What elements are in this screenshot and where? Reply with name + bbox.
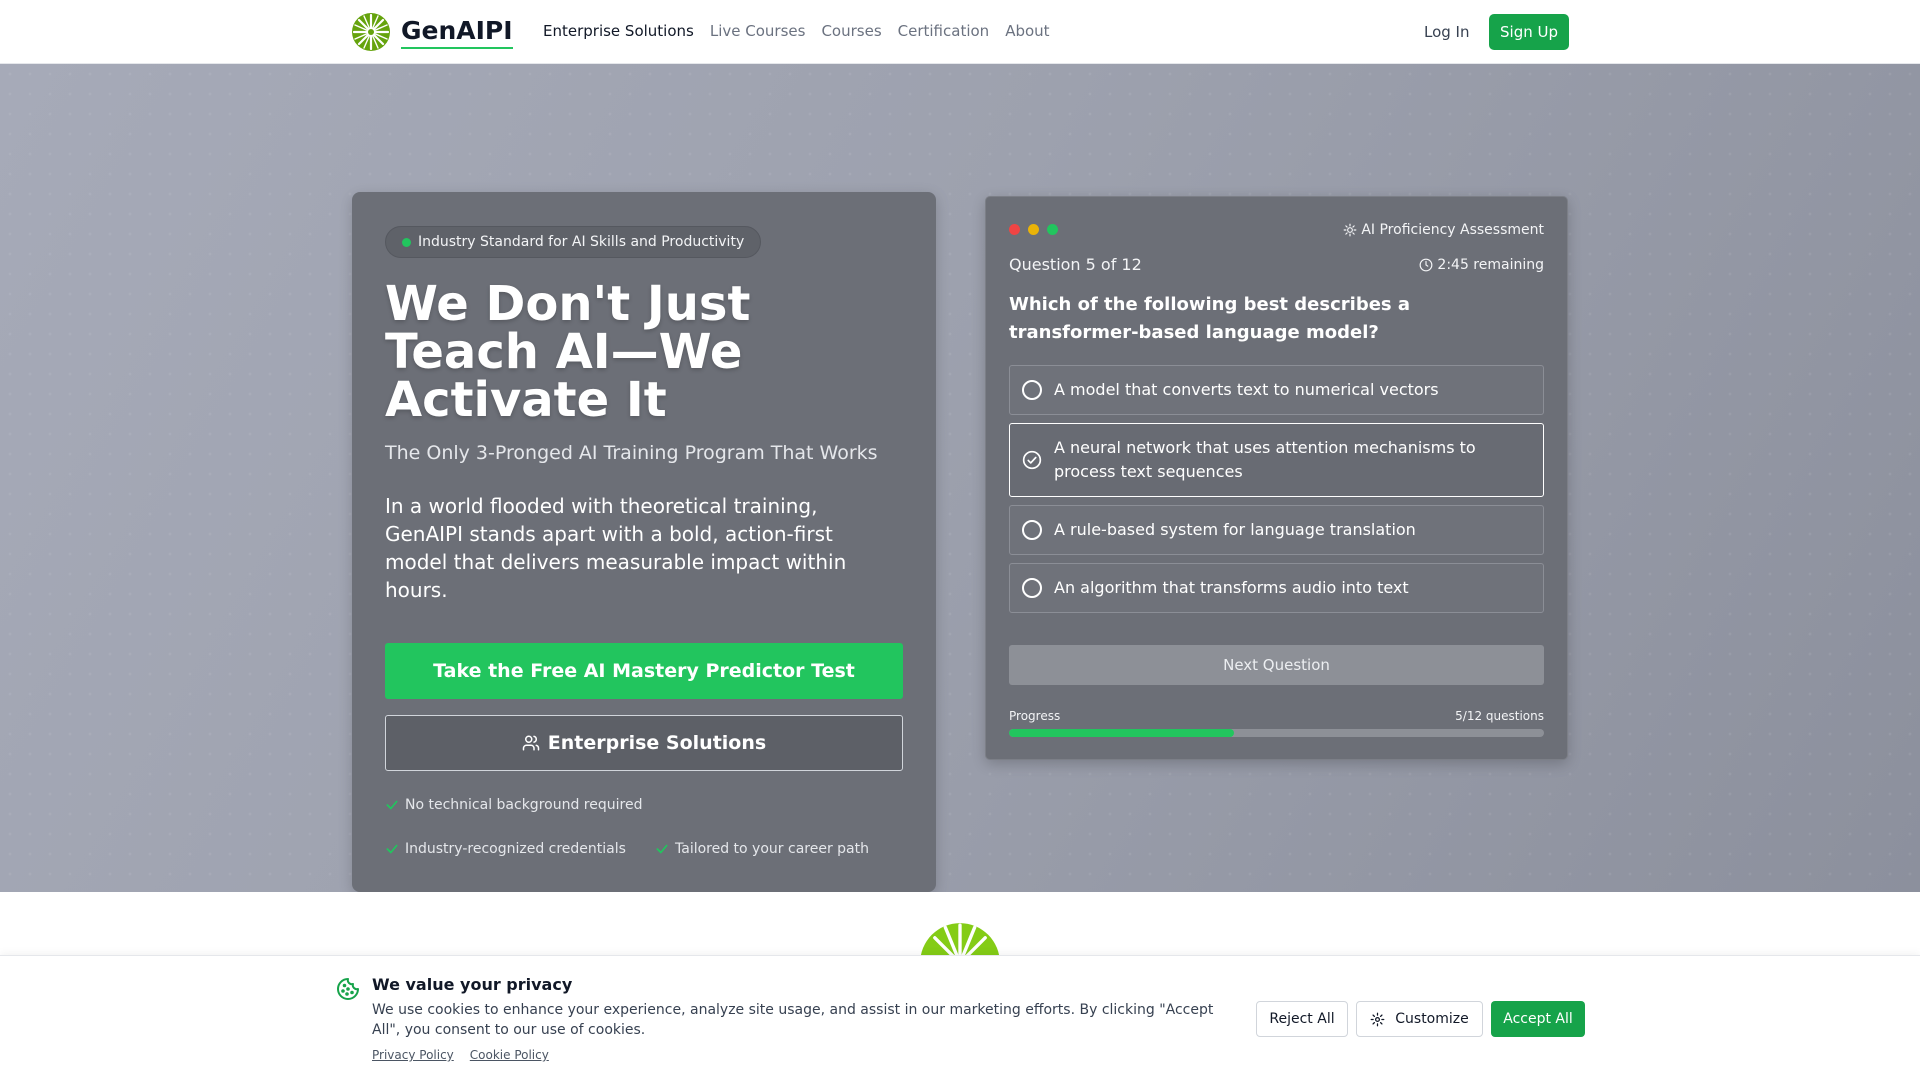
timer-label: 2:45 remaining <box>1437 257 1544 273</box>
nav-link-about[interactable]: About <box>1005 20 1049 42</box>
hero-section: Industry Standard for AI Skills and Prod… <box>0 64 1920 892</box>
privacy-policy-link[interactable]: Privacy Policy <box>372 1048 454 1062</box>
nav-link-certification[interactable]: Certification <box>898 20 990 42</box>
window-dots <box>1009 224 1058 235</box>
question-text: Which of the following best describes a … <box>1009 294 1411 343</box>
check-icon <box>385 798 399 812</box>
enterprise-solutions-label: Enterprise Solutions <box>547 732 767 754</box>
nav-links: Enterprise Solutions Live Courses Course… <box>543 20 1050 42</box>
gear-icon <box>1370 1012 1385 1027</box>
nav-link-live-courses[interactable]: Live Courses <box>710 20 806 42</box>
answer-option-label: A rule-based system for language transla… <box>1054 520 1416 539</box>
answer-option[interactable]: An algorithm that transforms audio into … <box>1009 563 1544 613</box>
check-icon <box>385 842 399 856</box>
radio-button[interactable] <box>1022 380 1042 400</box>
progress-count: 5/12 questions <box>1455 709 1544 723</box>
answer-option-label: A model that converts text to numerical … <box>1054 380 1439 399</box>
cookie-policy-link[interactable]: Cookie Policy <box>470 1048 549 1062</box>
cookie-description: We use cookies to enhance your experienc… <box>372 1002 1214 1038</box>
ai-mastery-test-button[interactable]: Take the Free AI Mastery Predictor Test <box>385 643 903 699</box>
timer: 2:45 remaining <box>1419 256 1544 274</box>
assessment-title: AI Proficiency Assessment <box>1343 221 1544 239</box>
check-circle-icon[interactable] <box>1022 450 1042 470</box>
brand-name: GenAIPI <box>401 16 513 49</box>
top-navbar: GenAIPI Enterprise Solutions Live Course… <box>0 0 1920 64</box>
cookie-links: Privacy Policy Cookie Policy <box>372 1048 549 1062</box>
answer-option[interactable]: A rule-based system for language transla… <box>1009 505 1544 555</box>
answer-option-label: A neural network that uses attention mec… <box>1054 438 1476 481</box>
next-question-button[interactable]: Next Question <box>1009 645 1544 685</box>
answer-option-selected[interactable]: A neural network that uses attention mec… <box>1009 423 1544 497</box>
green-dot-icon <box>1047 224 1058 235</box>
answer-option-label: An algorithm that transforms audio into … <box>1054 578 1409 597</box>
users-icon <box>522 734 540 752</box>
check-icon <box>655 842 669 856</box>
hero-subhead: The Only 3-Pronged AI Training Program T… <box>385 442 878 464</box>
customize-button[interactable]: Customize <box>1356 1001 1483 1037</box>
reject-all-button[interactable]: Reject All <box>1256 1001 1348 1037</box>
progress-bar-fill <box>1009 729 1234 737</box>
hero-card: Industry Standard for AI Skills and Prod… <box>352 192 936 892</box>
industry-badge: Industry Standard for AI Skills and Prod… <box>385 226 762 258</box>
nav-link-enterprise-solutions[interactable]: Enterprise Solutions <box>543 20 694 42</box>
answer-option[interactable]: A model that converts text to numerical … <box>1009 365 1544 415</box>
signup-button[interactable]: Sign Up <box>1489 14 1569 50</box>
cookie-icon <box>336 977 360 1001</box>
hero-headline: We Don't Just Teach AI—We Activate It <box>385 276 751 428</box>
answer-options: A model that converts text to numerical … <box>1009 365 1544 621</box>
cookie-consent-banner: We value your privacy We use cookies to … <box>0 955 1920 1080</box>
brand-logo-link[interactable]: GenAIPI <box>351 12 513 52</box>
progress-label: Progress <box>1009 709 1061 723</box>
radio-button[interactable] <box>1022 520 1042 540</box>
nav-link-courses[interactable]: Courses <box>821 20 881 42</box>
feature-item: No technical background required <box>385 795 642 815</box>
cookie-title: We value your privacy <box>372 975 573 994</box>
status-dot-icon <box>402 238 411 247</box>
clock-icon <box>1419 258 1433 272</box>
login-link[interactable]: Log In <box>1424 21 1470 43</box>
badge-label: Industry Standard for AI Skills and Prod… <box>418 234 745 250</box>
feature-item: Tailored to your career path <box>655 839 869 859</box>
radio-button[interactable] <box>1022 578 1042 598</box>
progress-bar <box>1009 729 1544 737</box>
assessment-title-label: AI Proficiency Assessment <box>1361 222 1544 238</box>
sunburst-logo-icon <box>351 12 391 52</box>
customize-label: Customize <box>1395 1011 1469 1027</box>
red-dot-icon <box>1009 224 1020 235</box>
question-number: Question 5 of 12 <box>1009 255 1142 274</box>
sun-icon <box>1343 223 1357 237</box>
assessment-card: AI Proficiency Assessment Question 5 of … <box>985 196 1568 760</box>
yellow-dot-icon <box>1028 224 1039 235</box>
feature-label: Industry-recognized credentials <box>405 841 626 857</box>
feature-label: No technical background required <box>405 797 643 813</box>
hero-description: In a world flooded with theoretical trai… <box>385 494 847 602</box>
accept-all-button[interactable]: Accept All <box>1491 1001 1585 1037</box>
feature-label: Tailored to your career path <box>675 841 869 857</box>
feature-item: Industry-recognized credentials <box>385 839 626 859</box>
enterprise-solutions-button[interactable]: Enterprise Solutions <box>385 715 903 771</box>
